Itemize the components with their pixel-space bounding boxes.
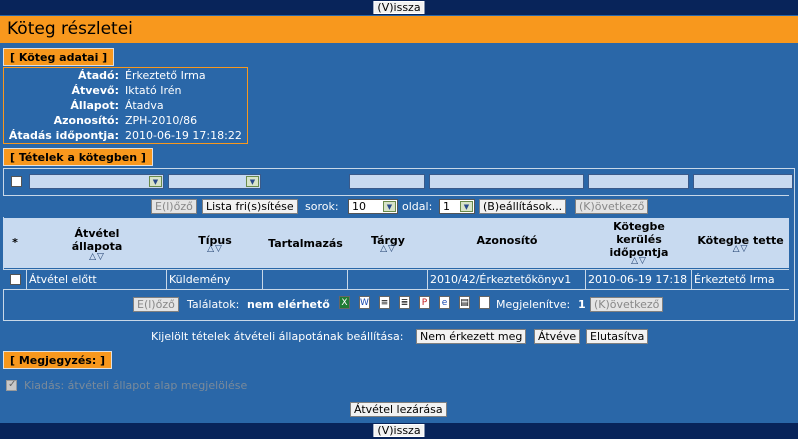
received-button[interactable]: Átvéve [534,329,581,344]
sort-arrows-icon[interactable]: △▽ [167,244,263,254]
settings-button[interactable]: (B)eállítások... [479,199,567,214]
filter-subject-input[interactable] [349,174,425,189]
prev-page-button[interactable]: E(l)őző [151,199,197,214]
word-icon[interactable]: W [359,296,370,309]
row-checkbox[interactable] [10,274,21,285]
chevron-down-icon: ▼ [383,201,396,212]
info-row-id: Azonosító: ZPH-2010/86 [4,113,247,128]
text-icon[interactable]: ≣ [399,296,410,309]
cell-type: Küldemény [167,270,263,290]
next-page-button[interactable]: (K)övetkező [575,199,649,214]
chevron-down-icon: ▼ [149,176,162,187]
status-setting-label: Kijelölt tételek átvételi állapotának be… [151,330,404,343]
page-select[interactable]: 1 ▼ [439,199,475,214]
cell-by: Érkeztető Irma [694,273,775,286]
check-icon: ✓ [8,379,17,390]
shown-label: Megjelenítve: [496,298,571,311]
col-by-header[interactable]: Kötegbe tette △▽ [692,218,789,268]
filter-id-input[interactable] [429,174,584,189]
rows-label: sorok: [305,200,339,213]
info-row-status: Állapot: Átadva [4,98,247,113]
cell-time: 2010-06-19 17:18 [586,270,692,290]
info-label: Átadó: [77,69,119,82]
rtf-icon[interactable]: ≡ [379,296,390,309]
info-row-time: Átadás időpontja: 2010-06-19 17:18:22 [4,128,247,143]
info-value: Átadva [125,99,164,112]
results-label: Találatok: [187,298,240,311]
sort-arrows-icon[interactable]: △▽ [692,244,789,254]
info-row-sender: Átadó: Érkeztető Irma [4,68,247,83]
not-arrived-button[interactable]: Nem érkezett meg [416,329,527,344]
filter-type-select[interactable]: ▼ [168,174,261,189]
filter-status-select[interactable]: ▼ [29,174,164,189]
html-icon[interactable]: e [439,296,450,309]
col-select-header: * [12,236,18,249]
info-label: Állapot: [70,99,119,112]
pager-top: E(l)őző Lista fri(s)sítése sorok: 10 ▼ o… [3,195,789,217]
excel-icon[interactable]: X [339,296,350,309]
cell-status: Átvétel előtt [27,270,167,290]
info-label: Átvevő: [71,84,119,97]
row-select-cell [3,270,27,290]
table-row[interactable]: Átvétel előtt Küldemény 2010/42/Érkeztet… [3,269,789,290]
next-page-button-bottom[interactable]: (K)övetkező [590,297,664,312]
prev-page-button-bottom[interactable]: E(l)őző [133,297,179,312]
pdf-icon[interactable]: P [419,296,430,309]
col-time-header[interactable]: Kötegbe kerülés időpontja △▽ [586,218,692,268]
top-nav-bar: (V)issza [0,0,798,15]
bottom-nav-bar: (V)issza [0,423,798,439]
filter-time-input[interactable] [588,174,689,189]
col-id-header[interactable]: Azonosító [428,218,586,268]
shown-value: 1 [578,298,586,311]
refresh-list-button[interactable]: Lista fri(s)sítése [202,199,298,214]
page-title: Köteg részletei [0,16,798,43]
info-label: Azonosító: [53,114,119,127]
info-value: ZPH-2010/86 [125,114,198,127]
bundle-info-box: Átadó: Érkeztető Irma Átvevő: Iktató Iré… [3,67,248,144]
back-button-top[interactable]: (V)issza [373,1,425,14]
col-type-header[interactable]: Típus △▽ [167,218,263,268]
filter-by-input[interactable] [693,174,793,189]
rejected-button[interactable]: Elutasítva [586,329,649,344]
blank-doc-icon[interactable] [479,296,490,309]
sort-arrows-icon[interactable]: △▽ [348,244,428,254]
items-section-header: [ Tételek a kötegben ] [3,148,153,166]
chevron-down-icon: ▼ [246,176,259,187]
pager-bottom: E(l)őző Találatok: nem elérhető X W ≡ ≣ … [3,292,789,318]
col-subject-header[interactable]: Tárgy △▽ [348,218,428,268]
print-icon[interactable]: ▤ [459,296,470,309]
info-label: Átadás időpontja: [8,129,119,142]
cell-subject [348,270,428,290]
page-label: oldal: [402,200,433,213]
info-value: Iktató Irén [125,84,182,97]
bundle-section-header: [ Köteg adatai ] [3,48,115,66]
rows-per-page-value: 10 [352,200,366,213]
info-value: 2010-06-19 17:18:22 [125,129,242,142]
status-setting-row: Kijelölt tételek átvételi állapotának be… [0,328,798,346]
back-button-bottom[interactable]: (V)issza [373,424,425,437]
chevron-down-icon: ▼ [460,201,473,212]
select-all-checkbox[interactable] [11,176,22,187]
rows-per-page-select[interactable]: 10 ▼ [348,199,398,214]
comment-checkbox-label: Kiadás: átvételi állapot alap megjelölés… [24,379,248,392]
cell-contains [263,270,348,290]
results-value: nem elérhető [247,298,330,311]
finalize-receipt-button[interactable]: Átvétel lezárása [350,402,447,417]
sort-arrows-icon[interactable]: △▽ [586,256,692,266]
table-header: * Átvétel állapota △▽ Típus △▽ Tartalmaz… [3,218,789,268]
comment-checkbox[interactable]: ✓ [6,379,17,391]
cell-id: 2010/42/Érkeztetőkönyv1 [428,270,586,290]
info-value: Érkeztető Irma [125,69,206,82]
col-status-header[interactable]: Átvétel állapota △▽ [27,218,167,268]
col-contains-header: Tartalmazás [268,237,343,250]
info-row-receiver: Átvevő: Iktató Irén [4,83,247,98]
comments-section-header: [ Megjegyzés: ] [3,351,113,369]
sort-arrows-icon[interactable]: △▽ [27,252,167,262]
page-value: 1 [443,200,450,213]
